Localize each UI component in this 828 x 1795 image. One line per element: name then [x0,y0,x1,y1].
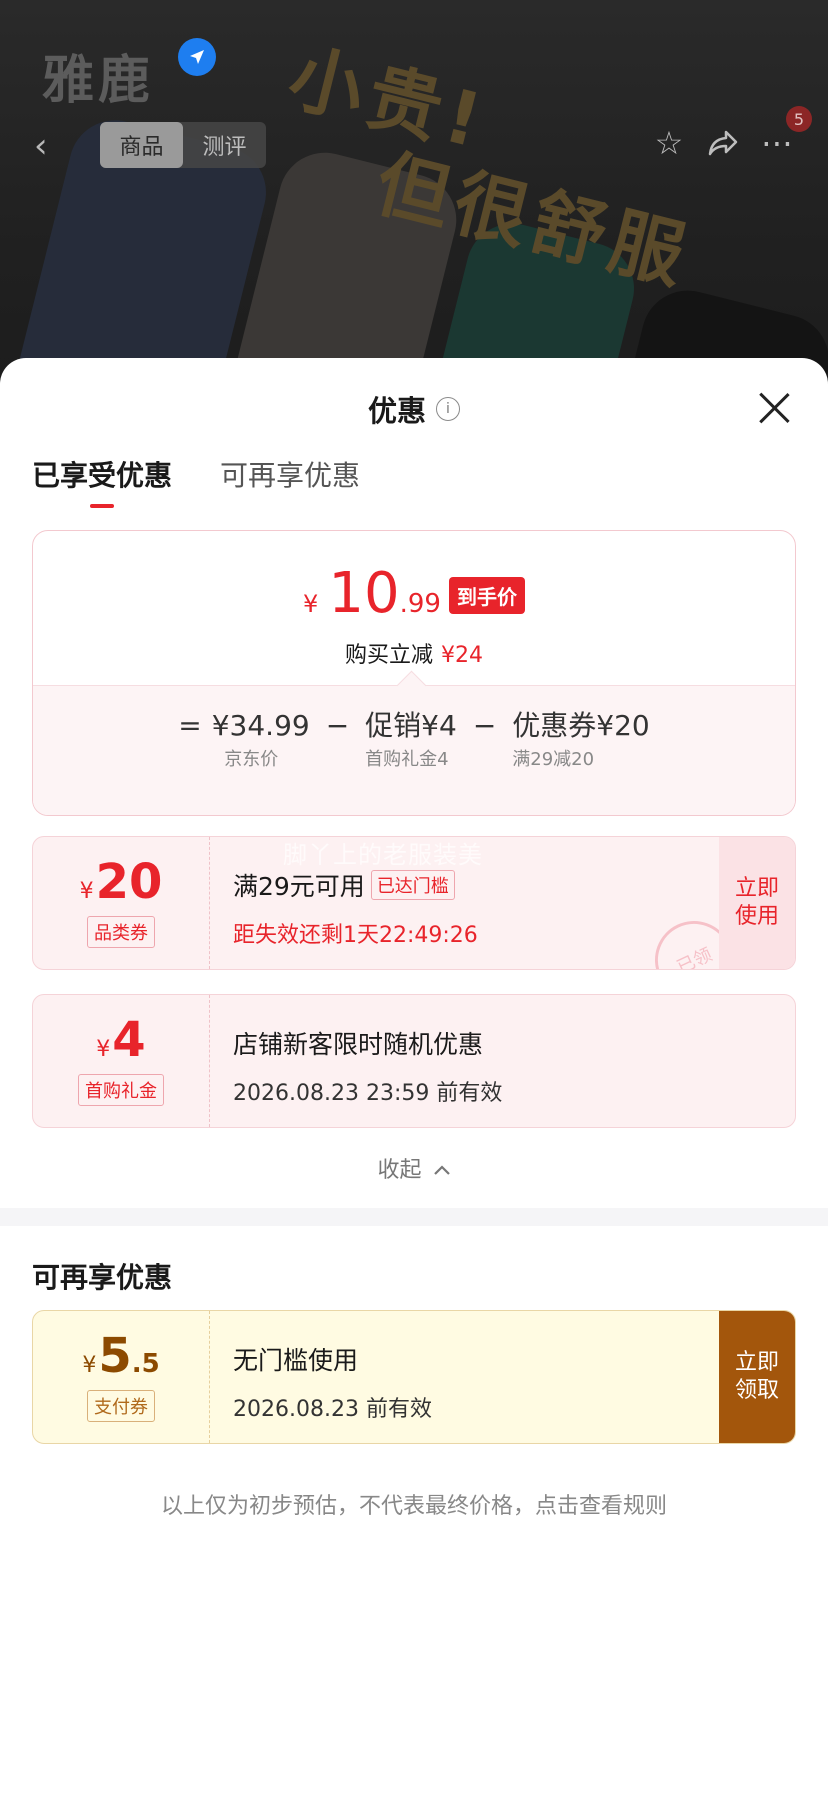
product-banner-background: 雅鹿 小贵! 但很舒服 ‹ 商品 测评 ☆ ⋯ 5 [0,0,828,420]
discount-tabs: 已享受优惠 可再享优惠 [32,454,408,508]
coupon-amount: 优惠券¥20 [512,709,650,742]
product-nav-bar: ‹ 商品 测评 ☆ ⋯ 5 [0,106,828,176]
category-coupon-card[interactable]: ¥20 品类券 脚丫上的老服装美 满29元可用 已达门槛 距失效还剩1天22:49… [32,836,796,970]
coupon-type-badge: 品类券 [87,916,155,948]
discount-sheet: 优惠 i 已享受优惠 可再享优惠 ¥10.99 到手价 购买立减 ¥24 = ¥34.9… [0,358,828,1795]
collapse-button[interactable]: 收起 [0,1152,828,1184]
final-price: ¥10.99 到手价 [33,561,795,626]
coupon-value: ¥20 [79,854,163,910]
star-icon[interactable]: ☆ [648,122,690,164]
promo-label: 首购礼金4 [365,749,449,770]
tab-more-discounts[interactable]: 可再享优惠 [220,454,360,498]
threshold-reached-badge: 已达门槛 [370,870,455,900]
chevron-up-icon [433,1165,450,1175]
share-icon[interactable] [702,122,744,164]
payment-coupon-badge: 支付券 [87,1390,155,1422]
coupon-condition: 满29元可用 [233,872,365,901]
use-now-button[interactable]: 立即使用 [719,837,795,969]
rules-note-link[interactable]: 以上仅为初步预估，不代表最终价格，点击查看规则 [0,1488,828,1520]
coupon-countdown: 距失效还剩1天22:49:26 [233,923,478,948]
purchase-reduction: 购买立减 ¥24 [344,643,483,668]
close-button[interactable] [756,390,792,426]
claim-now-button[interactable]: 立即领取 [719,1311,795,1443]
coupon-label: 满29减20 [512,749,595,770]
overlay-text: 脚丫上的老服装美 [283,841,483,869]
gift-title: 店铺新客限时随机优惠 [233,1030,484,1059]
jd-price-label: 京东价 [224,749,279,770]
product-tab-switch: 商品 测评 [100,122,266,168]
price-formula: = ¥34.99 京东价 − 促销¥4 首购礼金4 − 优惠券¥20 满29减20 [178,709,650,770]
info-icon[interactable]: i [436,397,460,421]
first-purchase-gift-card: ¥4 首购礼金 店铺新客限时随机优惠 2026.08.23 23:59 前有效 [32,994,796,1128]
cart-badge: 5 [786,106,812,132]
section-divider [0,1208,828,1226]
gift-validity: 2026.08.23 23:59 前有效 [233,1081,503,1106]
jd-price: ¥34.99 [211,709,310,742]
payment-coupon-card[interactable]: ¥5.5 支付券 无门槛使用 2026.08.23 前有效 立即领取 [32,1310,796,1444]
payment-coupon-validity: 2026.08.23 前有效 [233,1397,432,1422]
payment-coupon-value: ¥5.5 [82,1328,160,1384]
brand-logo: 雅鹿 [42,51,155,111]
location-arrow-icon[interactable] [178,38,216,76]
sheet-title: 优惠 i [0,388,828,430]
payment-coupon-condition: 无门槛使用 [233,1346,359,1375]
tab-review[interactable]: 测评 [183,122,266,168]
more-discounts-title: 可再享优惠 [32,1261,173,1294]
final-price-tag: 到手价 [448,577,525,614]
tab-enjoyed-discounts[interactable]: 已享受优惠 [32,454,172,508]
tab-product[interactable]: 商品 [100,122,183,168]
gift-value: ¥4 [96,1012,146,1068]
promo-amount: 促销¥4 [365,709,457,742]
gift-type-badge: 首购礼金 [78,1074,164,1106]
back-icon[interactable]: ‹ [34,126,48,166]
price-breakdown-card: ¥10.99 到手价 购买立减 ¥24 = ¥34.99 京东价 − 促销¥4 首购礼… [32,530,796,816]
